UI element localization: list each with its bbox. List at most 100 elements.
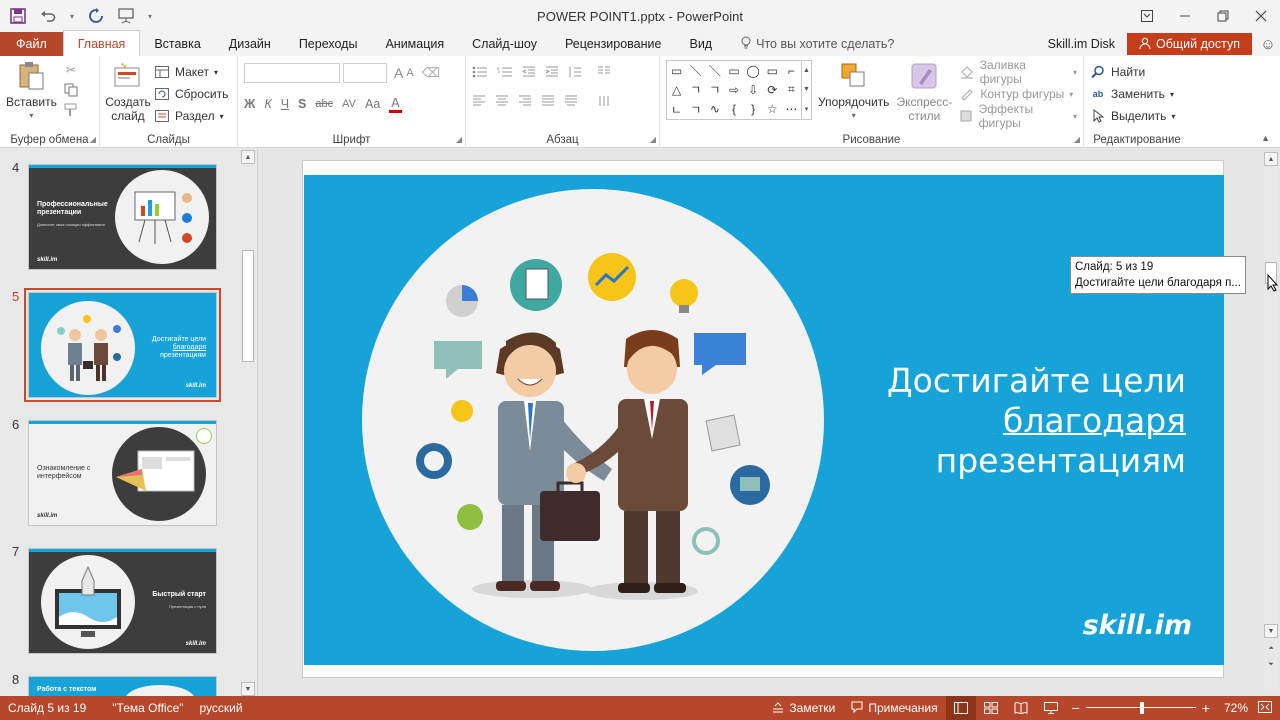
section-button[interactable]: Раздел ▾ [154, 105, 228, 127]
tab-animations[interactable]: Анимация [371, 32, 459, 56]
quick-styles-button[interactable]: Экспресс- стили [895, 60, 953, 127]
tab-review[interactable]: Рецензирование [550, 32, 676, 56]
reset-button[interactable]: Сбросить [154, 83, 228, 105]
drawing-launcher-icon[interactable]: ◢ [1074, 135, 1080, 144]
zoom-slider[interactable] [1085, 696, 1196, 720]
shape-item[interactable]: ⋯ [785, 102, 797, 116]
shape-item[interactable]: ㄱ [690, 101, 701, 118]
close-icon[interactable] [1242, 0, 1280, 32]
normal-view-icon[interactable] [945, 696, 976, 720]
clipboard-launcher-icon[interactable]: ◢ [90, 135, 96, 144]
select-button[interactable]: Выделить ▾ [1090, 105, 1184, 127]
undo-dropdown-icon[interactable]: ▾ [68, 6, 76, 26]
shape-item[interactable]: ⟳ [767, 83, 777, 97]
shape-item[interactable]: } [751, 102, 755, 116]
ribbon-display-icon[interactable] [1128, 0, 1166, 32]
present-icon[interactable] [116, 6, 136, 26]
tab-transitions[interactable]: Переходы [284, 32, 372, 56]
increase-font-size-button[interactable]: A [394, 65, 403, 81]
slide-scroll-up-icon[interactable]: ▲ [1264, 152, 1278, 166]
replace-button[interactable]: ab Заменить ▾ [1090, 83, 1184, 105]
align-right-icon[interactable] [518, 94, 532, 112]
new-slide-button[interactable]: Создать слайд [105, 60, 151, 127]
arrange-button[interactable]: Упорядочить ▾ [818, 60, 889, 127]
reading-view-icon[interactable] [1006, 696, 1036, 720]
shape-item[interactable]: ▭ [767, 64, 778, 78]
text-direction-icon[interactable] [597, 94, 611, 112]
shape-fill-button[interactable]: Заливка фигуры ▾ [959, 58, 1077, 86]
shape-item[interactable]: △ [672, 83, 681, 97]
shape-item[interactable]: ㄴ [671, 101, 682, 118]
gallery-more-icon[interactable]: ▾ [805, 105, 809, 113]
shadow-button[interactable]: S [298, 97, 306, 111]
account-name[interactable]: Skill.im Disk [1040, 37, 1123, 51]
shape-item[interactable]: ㄱ [690, 81, 701, 98]
shape-item[interactable]: ⌗ [788, 82, 795, 97]
minimize-icon[interactable] [1166, 0, 1204, 32]
thumbs-scroll-down-icon[interactable]: ▼ [241, 682, 255, 696]
slide-thumbnail-5[interactable]: Достигайте цели благодаря презентациям s… [24, 288, 221, 402]
zoom-slider-thumb[interactable] [1139, 702, 1144, 714]
distributed-icon[interactable] [564, 94, 578, 112]
shape-item[interactable]: ▭ [728, 64, 739, 78]
shape-item[interactable]: ＼ [690, 62, 702, 79]
decrease-font-size-button[interactable]: A [406, 67, 413, 79]
font-size-combo[interactable] [343, 63, 387, 83]
justify-icon[interactable] [541, 94, 555, 112]
copy-icon[interactable] [63, 82, 79, 98]
status-language[interactable]: русский [192, 701, 251, 715]
align-center-icon[interactable] [495, 94, 509, 112]
share-button[interactable]: Общий доступ [1127, 33, 1252, 55]
shape-item[interactable]: ∿ [710, 102, 720, 116]
fit-to-window-icon[interactable] [1256, 700, 1280, 716]
slide-thumbnail-4[interactable]: Профессиональные презентации Донесите св… [28, 164, 217, 270]
collapse-ribbon-icon[interactable]: ▲ [1261, 133, 1270, 143]
slide-title-line2[interactable]: благодаря [887, 401, 1186, 441]
columns-icon[interactable] [597, 66, 611, 81]
shape-item[interactable]: ☆ [767, 102, 778, 116]
slide-title[interactable]: Достигайте цели благодаря презентациям [887, 361, 1186, 481]
shape-item[interactable]: ⇩ [748, 83, 758, 97]
tab-view[interactable]: Вид [675, 32, 727, 56]
slide-sorter-icon[interactable] [976, 696, 1006, 720]
zoom-out-icon[interactable]: − [1066, 700, 1086, 716]
increase-indent-icon[interactable] [545, 66, 559, 81]
align-left-icon[interactable] [472, 94, 486, 112]
paste-button[interactable]: Вставить ▾ [6, 60, 57, 123]
shape-item[interactable]: ＼ [709, 62, 721, 79]
numbering-icon[interactable] [497, 66, 513, 81]
decrease-indent-icon[interactable] [521, 66, 536, 81]
line-spacing-icon[interactable] [568, 66, 582, 81]
undo-icon[interactable] [38, 6, 58, 26]
tab-design[interactable]: Дизайн [214, 32, 285, 56]
smiley-feedback-icon[interactable]: ☺ [1256, 32, 1280, 56]
shape-item[interactable]: ▭ [671, 64, 682, 78]
slide-thumbnail-6[interactable]: Ознакомление с интерфейсом skill.im [28, 420, 217, 526]
slide-thumbnail-7[interactable]: Быстрый старт Презентация с нуля skill.i… [28, 548, 217, 654]
find-button[interactable]: Найти [1090, 61, 1184, 83]
slide-scrollbar[interactable]: ▲ ▼ ⏶ ⏷ [1264, 152, 1278, 692]
slide-scroll-down-icon[interactable]: ▼ [1264, 624, 1278, 638]
strikethrough-button[interactable]: abc [315, 98, 333, 110]
font-launcher-icon[interactable]: ◢ [456, 135, 462, 144]
slide-thumbnail-8[interactable]: Работа с текстом [28, 676, 217, 696]
zoom-in-icon[interactable]: + [1196, 700, 1216, 716]
shape-item[interactable]: ⌐ [788, 64, 795, 78]
bold-button[interactable]: Ж [244, 97, 255, 111]
font-name-combo[interactable] [244, 63, 340, 83]
change-case-button[interactable]: Aa [365, 97, 380, 111]
next-slide-icon[interactable]: ⏷ [1264, 658, 1278, 672]
tab-file[interactable]: Файл [0, 32, 63, 56]
shapes-gallery-scroll[interactable]: ▲ ▼ ▾ [802, 60, 812, 120]
tell-me-box[interactable]: Что вы хотите сделать? [726, 32, 909, 56]
save-icon[interactable] [8, 6, 28, 26]
tab-insert[interactable]: Вставка [140, 32, 215, 56]
thumbs-scroll-up-icon[interactable]: ▲ [241, 150, 255, 164]
customize-qat-icon[interactable]: ▾ [146, 6, 154, 26]
underline-button[interactable]: Ч [281, 97, 289, 111]
thumbs-scroll-thumb[interactable] [242, 250, 254, 362]
redo-icon[interactable] [86, 6, 106, 26]
clear-formatting-icon[interactable]: ⌫ [422, 65, 440, 81]
thumbnails-scrollbar[interactable]: ▲ ▼ [241, 150, 255, 696]
bullets-icon[interactable] [472, 66, 488, 81]
